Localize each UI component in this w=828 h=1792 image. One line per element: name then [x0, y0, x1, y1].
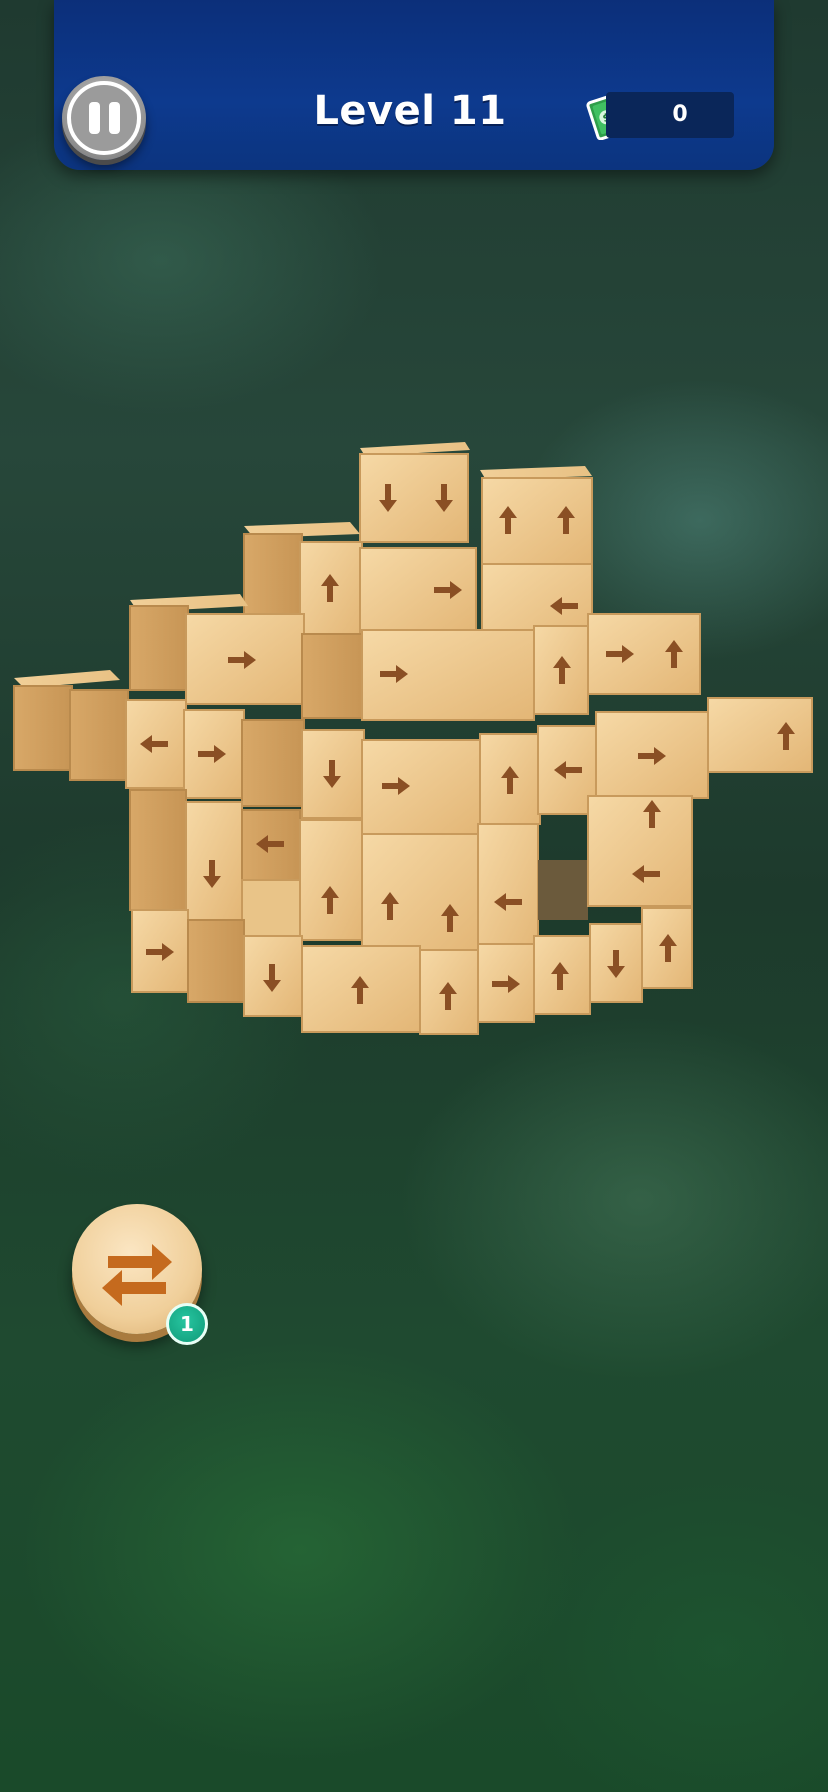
cube-top-right[interactable]	[480, 466, 593, 649]
cube-top-left[interactable]	[359, 442, 470, 543]
cash-counter: 0	[606, 92, 734, 138]
shuffle-icon	[102, 1244, 172, 1306]
level-title: Level 11	[313, 88, 507, 134]
cash-value: 0	[672, 102, 688, 127]
top-bar	[54, 0, 774, 170]
pause-button[interactable]	[62, 76, 146, 160]
puzzle-board[interactable]	[0, 430, 828, 1110]
pause-icon	[67, 81, 141, 155]
shuffle-count-badge: 1	[166, 1303, 208, 1345]
